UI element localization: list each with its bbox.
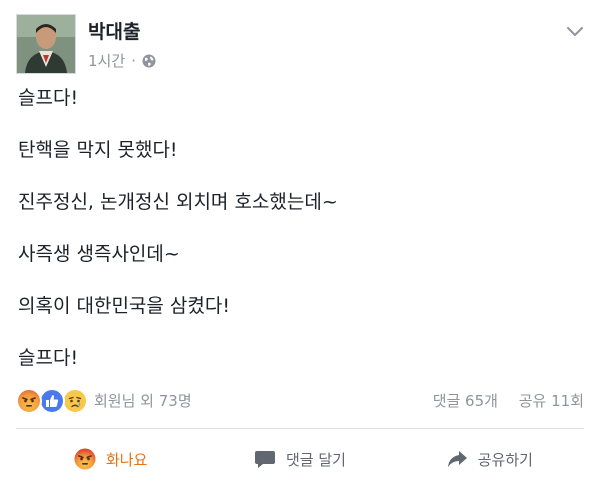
engagement-counts: 댓글 65개 공유 11회 [433,390,584,411]
comment-button[interactable]: 댓글 달기 [205,436,394,482]
post-line: 슬프다! [18,87,79,109]
angry-react-icon [16,388,42,414]
globe-icon[interactable] [142,54,156,68]
post-meta: 1시간 · [88,50,156,71]
author-avatar[interactable] [16,14,76,74]
post-line: 탄핵을 막지 못했다! [18,139,178,161]
action-bar: 화나요 댓글 달기 공유하기 [16,436,584,482]
author-name[interactable]: 박대출 [88,17,140,44]
comment-icon [254,449,276,469]
post-line: 사즉생 생즉사인데~ [18,243,180,265]
like-react-icon [39,388,65,414]
share-icon [446,449,468,469]
reaction-icons[interactable] [16,388,90,414]
angry-face-icon [74,448,96,470]
react-button[interactable]: 화나요 [16,436,205,482]
post-line: 슬프다! [18,347,79,369]
meta-separator: · [131,51,136,70]
react-button-label: 화나요 [105,450,148,469]
reaction-count[interactable]: 회원님 외 73명 [94,390,192,411]
comment-button-label: 댓글 달기 [286,450,346,469]
reaction-summary: 회원님 외 73명 댓글 65개 공유 11회 [16,386,584,414]
share-button-label: 공유하기 [477,450,533,469]
comment-count[interactable]: 댓글 65개 [433,392,498,410]
chevron-down-icon[interactable] [566,23,584,42]
share-button[interactable]: 공유하기 [395,436,584,482]
post-line: 진주정신, 논개정신 외치며 호소했는데~ [18,191,338,213]
divider [16,428,584,429]
sad-react-icon [62,388,88,414]
share-count[interactable]: 공유 11회 [519,392,584,410]
post-timestamp[interactable]: 1시간 [88,50,125,71]
post-line: 의혹이 대한민국을 삼켰다! [18,295,230,317]
post-body: 슬프다! 탄핵을 막지 못했다! 진주정신, 논개정신 외치며 호소했는데~ 사… [18,86,578,371]
